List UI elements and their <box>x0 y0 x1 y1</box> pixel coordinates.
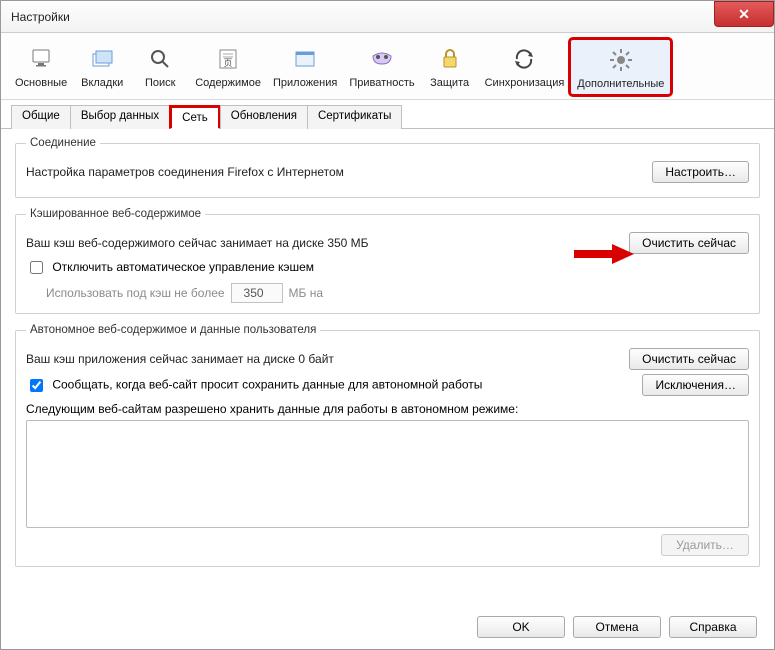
dialog-footer: OK Отмена Справка <box>0 616 775 638</box>
toolbar-label: Поиск <box>145 77 175 89</box>
section-offline-legend: Автономное веб-содержимое и данные польз… <box>26 324 320 336</box>
content-icon: 页 <box>212 43 244 75</box>
svg-text:页: 页 <box>224 58 233 68</box>
gear-icon <box>605 44 637 76</box>
toolbar-label: Защита <box>430 77 469 89</box>
toolbar-label: Вкладки <box>81 77 123 89</box>
content-area: Соединение Настройка параметров соединен… <box>1 129 774 621</box>
cache-limit-unit: МБ на <box>289 286 324 300</box>
offline-desc: Ваш кэш приложения сейчас занимает на ди… <box>26 352 334 366</box>
connection-settings-button[interactable]: Настроить… <box>652 161 749 183</box>
toolbar-label: Содержимое <box>195 77 261 89</box>
monitor-icon <box>25 43 57 75</box>
help-button[interactable]: Справка <box>669 616 757 638</box>
section-cache-legend: Кэшированное веб-содержимое <box>26 208 205 220</box>
titlebar: Настройки ✕ <box>1 1 774 33</box>
window-title: Настройки <box>1 10 70 24</box>
cache-limit-input[interactable] <box>231 283 283 303</box>
mask-icon <box>366 43 398 75</box>
close-icon: ✕ <box>738 6 750 23</box>
toolbar-item-sync[interactable]: Синхронизация <box>479 39 571 95</box>
sync-icon <box>508 43 540 75</box>
offline-notify-checkbox[interactable] <box>30 379 43 392</box>
apps-icon <box>289 43 321 75</box>
cache-limit-row: Использовать под кэш не более МБ на <box>46 283 749 303</box>
toolbar-item-tabs[interactable]: Вкладки <box>73 39 131 95</box>
tab-datachoices[interactable]: Выбор данных <box>70 105 170 129</box>
toolbar-label: Основные <box>15 77 67 89</box>
offline-notify-row[interactable]: Сообщать, когда веб-сайт просит сохранит… <box>26 376 482 395</box>
section-connection-legend: Соединение <box>26 137 100 149</box>
toolbar-item-advanced[interactable]: Дополнительные <box>570 39 671 95</box>
section-connection: Соединение Настройка параметров соединен… <box>15 137 760 198</box>
offline-notify-label: Сообщать, когда веб-сайт просит сохранит… <box>52 377 482 391</box>
offline-sites-list[interactable] <box>26 420 749 528</box>
delete-site-button[interactable]: Удалить… <box>661 534 749 556</box>
toolbar-item-general[interactable]: Основные <box>9 39 73 95</box>
clear-offline-button[interactable]: Очистить сейчас <box>629 348 749 370</box>
toolbar-label: Синхронизация <box>485 77 565 89</box>
exceptions-button[interactable]: Исключения… <box>642 374 749 396</box>
toolbar-item-applications[interactable]: Приложения <box>267 39 343 95</box>
tab-certificates[interactable]: Сертификаты <box>307 105 402 129</box>
toolbar-item-privacy[interactable]: Приватность <box>343 39 420 95</box>
tab-row: Общие Выбор данных Сеть Обновления Серти… <box>1 104 774 129</box>
cache-override-label: Отключить автоматическое управление кэше… <box>52 260 314 274</box>
toolbar-label: Приватность <box>349 77 414 89</box>
ok-button[interactable]: OK <box>477 616 565 638</box>
toolbar-label: Дополнительные <box>577 78 664 90</box>
offline-sites-label: Следующим веб-сайтам разрешено хранить д… <box>26 402 749 416</box>
toolbar: Основные Вкладки Поиск 页 Содержимое Прил… <box>1 33 774 100</box>
connection-desc: Настройка параметров соединения Firefox … <box>26 165 344 179</box>
section-cache: Кэшированное веб-содержимое Ваш кэш веб-… <box>15 208 760 314</box>
cache-desc: Ваш кэш веб-содержимого сейчас занимает … <box>26 236 369 250</box>
tab-updates[interactable]: Обновления <box>220 105 308 129</box>
toolbar-item-content[interactable]: 页 Содержимое <box>189 39 267 95</box>
toolbar-label: Приложения <box>273 77 337 89</box>
close-button[interactable]: ✕ <box>714 1 774 27</box>
cache-override-row[interactable]: Отключить автоматическое управление кэше… <box>26 260 314 274</box>
tab-general[interactable]: Общие <box>11 105 71 129</box>
toolbar-item-security[interactable]: Защита <box>421 39 479 95</box>
toolbar-item-search[interactable]: Поиск <box>131 39 189 95</box>
tab-network[interactable]: Сеть <box>169 105 221 129</box>
cache-override-checkbox[interactable] <box>30 261 43 274</box>
cancel-button[interactable]: Отмена <box>573 616 661 638</box>
cache-limit-pre: Использовать под кэш не более <box>46 286 225 300</box>
tabs-icon <box>86 43 118 75</box>
clear-cache-button[interactable]: Очистить сейчас <box>629 232 749 254</box>
lock-icon <box>434 43 466 75</box>
section-offline: Автономное веб-содержимое и данные польз… <box>15 324 760 567</box>
search-icon <box>144 43 176 75</box>
